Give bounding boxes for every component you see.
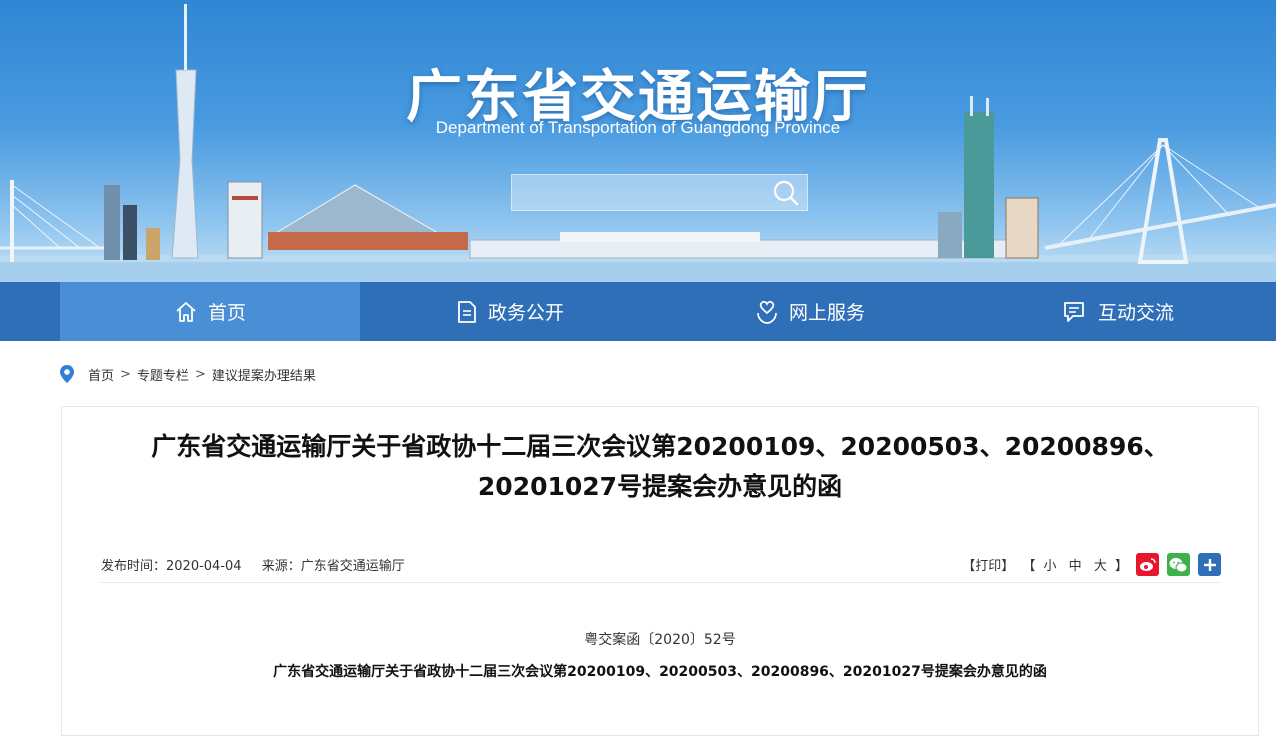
font-size-bracket-close: 】 bbox=[1114, 559, 1128, 574]
nav-item-interaction[interactable]: 互动交流 bbox=[960, 282, 1276, 341]
nav-item-label: 政务公开 bbox=[487, 302, 564, 324]
article-card: 广东省交通运输厅关于省政协十二届三次会议第20200109、20200503、2… bbox=[61, 406, 1259, 736]
site-subtitle: Department of Transportation of Guangdon… bbox=[435, 118, 841, 137]
article-title-line2: 20201027号提案会办意见的函 bbox=[477, 472, 843, 501]
share-weibo-button[interactable] bbox=[1136, 553, 1159, 576]
city-skyline-illustration bbox=[0, 4, 1276, 282]
article-title-line1: 广东省交通运输厅关于省政协十二届三次会议第20200109、20200503、2… bbox=[151, 432, 1169, 461]
document-number: 粤交案函〔2020〕52号 bbox=[584, 632, 736, 648]
nav-item-label: 互动交流 bbox=[1097, 302, 1174, 324]
article-tools: 【打印】 【 小 中 大 】 bbox=[962, 555, 1128, 574]
publish-time-label: 发布时间： bbox=[101, 559, 167, 574]
nav-item-label: 首页 bbox=[207, 302, 246, 324]
nav-item-label: 网上服务 bbox=[788, 302, 865, 324]
header-banner: 广东省交通运输厅 Department of Transportation of… bbox=[0, 0, 1276, 282]
search-icon bbox=[773, 180, 799, 206]
meta-divider bbox=[101, 582, 1221, 583]
article-meta: 发布时间：2020-04-04 来源：广东省交通运输厅 bbox=[101, 555, 421, 574]
publish-time: 发布时间：2020-04-04 bbox=[101, 559, 242, 574]
source: 来源：广东省交通运输厅 bbox=[262, 559, 405, 574]
plus-icon bbox=[1203, 558, 1216, 571]
document-icon bbox=[458, 300, 476, 323]
heart-hand-icon bbox=[757, 300, 777, 324]
chat-icon bbox=[1064, 301, 1084, 322]
nav-item-online-services[interactable]: 网上服务 bbox=[660, 282, 960, 341]
location-pin-icon bbox=[60, 365, 74, 383]
home-icon bbox=[176, 301, 196, 322]
search-input[interactable] bbox=[512, 175, 762, 210]
search-button[interactable] bbox=[771, 178, 801, 208]
font-size-bracket-open: 【 bbox=[1022, 559, 1036, 574]
breadcrumb-proposal-results[interactable]: 建议提案办理结果 bbox=[212, 365, 316, 384]
source-label: 来源： bbox=[261, 559, 301, 574]
wechat-icon bbox=[1169, 557, 1188, 572]
breadcrumb-home[interactable]: 首页 bbox=[88, 365, 114, 384]
share-buttons bbox=[1136, 553, 1221, 576]
share-wechat-button[interactable] bbox=[1167, 553, 1190, 576]
publish-time-value: 2020-04-04 bbox=[166, 559, 242, 574]
weibo-icon bbox=[1140, 558, 1156, 571]
nav-item-home[interactable]: 首页 bbox=[60, 282, 360, 341]
search-box bbox=[511, 174, 808, 211]
source-value: 广东省交通运输厅 bbox=[300, 559, 405, 574]
print-button[interactable]: 【打印】 bbox=[962, 559, 1014, 574]
breadcrumb-special-topics[interactable]: 专题专栏 bbox=[137, 365, 189, 384]
document-title: 广东省交通运输厅关于省政协十二届三次会议第20200109、20200503、2… bbox=[273, 664, 1047, 680]
breadcrumb: 首页 > 专题专栏 > 建议提案办理结果 bbox=[60, 364, 316, 384]
font-size-medium-button[interactable]: 中 bbox=[1069, 559, 1082, 574]
font-size-small-button[interactable]: 小 bbox=[1044, 559, 1057, 574]
share-more-button[interactable] bbox=[1198, 553, 1221, 576]
breadcrumb-separator: > bbox=[194, 366, 206, 382]
breadcrumb-separator: > bbox=[120, 366, 131, 382]
font-size-large-button[interactable]: 大 bbox=[1094, 559, 1107, 574]
nav-item-government-affairs[interactable]: 政务公开 bbox=[360, 282, 660, 341]
article-title: 广东省交通运输厅关于省政协十二届三次会议第20200109、20200503、2… bbox=[62, 427, 1258, 507]
main-nav: 首页 政务公开 网上服务 互动交流 bbox=[0, 282, 1276, 341]
